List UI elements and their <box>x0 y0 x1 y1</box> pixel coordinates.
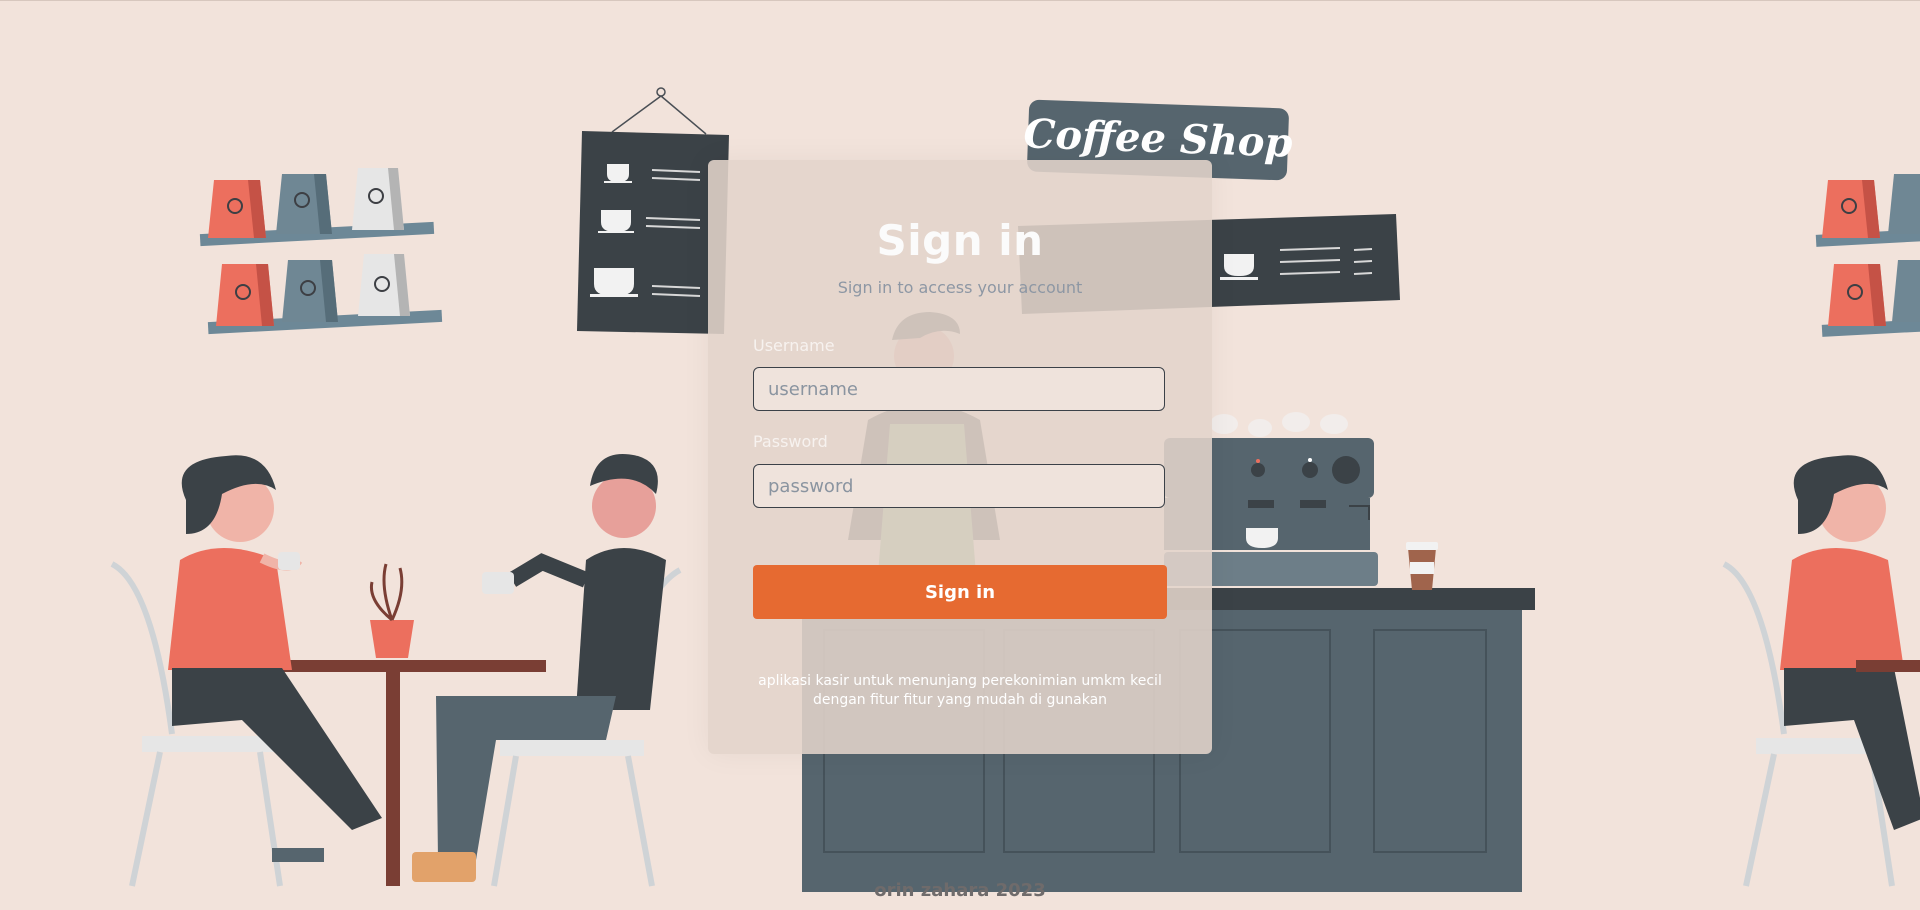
coffee-bag-shelf-left <box>199 168 443 335</box>
password-input[interactable] <box>753 464 1165 508</box>
sign-text: Coffee Shop <box>1023 110 1294 166</box>
app-tagline: aplikasi kasir untuk menunjang perekonim… <box>708 672 1212 710</box>
takeaway-cup <box>1406 542 1438 590</box>
page-subtitle: Sign in to access your account <box>837 278 1083 297</box>
page-title: Sign in <box>876 216 1044 265</box>
footer-credit: orin zahara 2023 <box>874 880 1046 901</box>
sign-in-card: Sign in Sign in to access your account U… <box>708 160 1212 754</box>
couple-table-scene <box>110 454 682 887</box>
menu-board-hanging <box>577 87 729 334</box>
username-label: Username <box>753 336 835 355</box>
password-label: Password <box>753 432 828 451</box>
tagline-line-1: aplikasi kasir untuk menunjang perekonim… <box>758 673 1162 689</box>
woman-right-edge <box>1722 455 1920 887</box>
tagline-line-2: dengan fitur fitur yang mudah di gunakan <box>812 692 1108 708</box>
sign-in-button[interactable]: Sign in <box>753 565 1167 619</box>
coffee-bag-shelf-right <box>1815 174 1920 337</box>
username-input[interactable] <box>753 367 1165 411</box>
